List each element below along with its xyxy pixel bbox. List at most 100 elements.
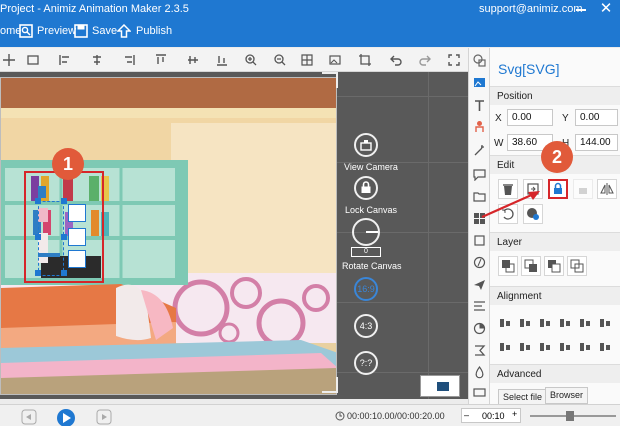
chart-icon[interactable] bbox=[473, 322, 486, 335]
text-icon[interactable] bbox=[473, 99, 486, 112]
send-back-button[interactable] bbox=[567, 256, 587, 276]
plane-icon[interactable] bbox=[473, 278, 486, 291]
audio-icon[interactable] bbox=[473, 234, 486, 247]
flip-button[interactable] bbox=[597, 179, 617, 199]
alignment-section-header: Alignment bbox=[490, 286, 620, 305]
minimap-thumbnail[interactable] bbox=[420, 375, 460, 397]
redo-icon[interactable] bbox=[418, 53, 432, 67]
align-option-icon[interactable] bbox=[518, 316, 532, 330]
next-frame-icon[interactable] bbox=[96, 409, 112, 425]
minimize-icon[interactable] bbox=[574, 0, 588, 19]
element-rotate-icon[interactable] bbox=[68, 228, 86, 246]
rotate-value[interactable]: 0 bbox=[351, 247, 381, 257]
element-trash-icon[interactable] bbox=[68, 250, 86, 268]
panel-title: Svg[SVG] bbox=[498, 61, 560, 77]
shape-icon[interactable] bbox=[473, 54, 486, 67]
ratio-4-3-button[interactable]: 4:3 bbox=[354, 314, 378, 338]
align-option-icon[interactable] bbox=[598, 316, 612, 330]
h-field[interactable]: 144.00 bbox=[575, 134, 618, 151]
align-option-icon[interactable] bbox=[518, 340, 532, 354]
crop-icon[interactable] bbox=[358, 53, 372, 67]
align-middle-icon[interactable] bbox=[186, 53, 200, 67]
ratio-16-9-button[interactable]: 16:9 bbox=[354, 277, 378, 301]
more-icon[interactable] bbox=[473, 386, 486, 399]
grid-icon[interactable] bbox=[300, 53, 314, 67]
window-title: Project - Animiz Animation Maker 2.3.5 bbox=[0, 3, 189, 15]
align-option-icon[interactable] bbox=[578, 340, 592, 354]
close-icon[interactable]: ✕ bbox=[596, 0, 616, 19]
element-edit-icon[interactable] bbox=[68, 204, 86, 222]
save-icon bbox=[74, 24, 88, 38]
x-field[interactable]: 0.00 bbox=[507, 109, 553, 126]
unlock-button[interactable] bbox=[573, 179, 593, 199]
align-right-icon[interactable] bbox=[122, 53, 136, 67]
canvas-toolbar bbox=[0, 48, 468, 72]
alignment-icon[interactable] bbox=[473, 300, 486, 313]
function-icon[interactable] bbox=[473, 256, 486, 269]
image-icon[interactable] bbox=[473, 76, 486, 89]
preview-button[interactable]: Preview bbox=[37, 25, 76, 37]
y-label: Y bbox=[562, 113, 569, 124]
save-button[interactable]: Save bbox=[92, 25, 117, 37]
bring-forward-button[interactable] bbox=[521, 256, 541, 276]
align-center-icon[interactable] bbox=[90, 53, 104, 67]
align-option-icon[interactable] bbox=[578, 316, 592, 330]
publish-button[interactable]: Publish bbox=[136, 25, 172, 37]
main-toolbar: ome Preview Save Publish bbox=[0, 19, 620, 47]
undo-icon[interactable] bbox=[389, 53, 403, 67]
bring-front-button[interactable] bbox=[498, 256, 518, 276]
browser-button[interactable]: Browser bbox=[545, 387, 589, 404]
properties-panel: Svg[SVG] Position X 0.00 Y 0.00 W 38.60 … bbox=[490, 48, 620, 406]
formula-icon[interactable] bbox=[473, 344, 486, 357]
drop-icon[interactable] bbox=[473, 366, 486, 379]
send-back-icon bbox=[570, 259, 584, 273]
annotation-badge-2: 2 bbox=[541, 141, 573, 173]
fullscreen-icon[interactable] bbox=[447, 53, 461, 67]
image-icon[interactable] bbox=[328, 53, 342, 67]
character-icon[interactable] bbox=[473, 120, 486, 133]
zoom-in-icon[interactable] bbox=[244, 53, 258, 67]
align-bottom-icon[interactable] bbox=[215, 53, 229, 67]
speech-icon[interactable] bbox=[473, 168, 486, 181]
layer-section-header: Layer bbox=[490, 232, 620, 251]
align-option-icon[interactable] bbox=[598, 340, 612, 354]
view-camera-button[interactable] bbox=[354, 133, 378, 157]
timeline-slider[interactable] bbox=[530, 411, 616, 421]
bring-forward-icon bbox=[524, 259, 537, 272]
playback-bar: 00:00:10.00/00:00:20.00 – 00:10 + bbox=[0, 404, 620, 426]
move-icon[interactable] bbox=[2, 53, 16, 67]
duration-value: 00:10 bbox=[482, 411, 505, 421]
timeline-duration-field[interactable]: – 00:10 + bbox=[461, 408, 521, 423]
lock-icon bbox=[554, 182, 562, 194]
fit-icon[interactable] bbox=[26, 53, 40, 67]
y-field[interactable]: 0.00 bbox=[575, 109, 618, 126]
prev-frame-icon[interactable] bbox=[21, 409, 37, 425]
zoom-out-icon[interactable] bbox=[273, 53, 287, 67]
lock-icon bbox=[361, 181, 371, 193]
rotate-canvas-label: Rotate Canvas bbox=[342, 261, 402, 271]
selection-box[interactable] bbox=[24, 171, 104, 283]
annotation-badge-1: 1 bbox=[52, 148, 84, 180]
play-icon[interactable] bbox=[56, 408, 76, 426]
magic-icon[interactable] bbox=[473, 144, 486, 157]
flip-icon bbox=[600, 183, 614, 195]
align-option-icon[interactable] bbox=[558, 316, 572, 330]
rotate-canvas-dial[interactable] bbox=[352, 218, 380, 246]
align-left-icon[interactable] bbox=[58, 53, 72, 67]
align-top-icon[interactable] bbox=[154, 53, 168, 67]
align-option-icon[interactable] bbox=[538, 316, 552, 330]
align-option-icon[interactable] bbox=[498, 316, 512, 330]
lock-button[interactable] bbox=[548, 179, 568, 199]
title-bar: Project - Animiz Animation Maker 2.3.5 s… bbox=[0, 0, 620, 19]
lock-canvas-button[interactable] bbox=[354, 176, 378, 200]
scene-canvas[interactable]: 1 bbox=[0, 77, 337, 395]
preview-icon bbox=[19, 24, 33, 38]
stage-area[interactable]: 1 View Camera Lock Canvas 0 Rotate Canva… bbox=[0, 72, 468, 399]
align-option-icon[interactable] bbox=[558, 340, 572, 354]
ratio-custom-button[interactable]: ?:? bbox=[354, 351, 378, 375]
w-label: W bbox=[494, 138, 504, 149]
support-email[interactable]: support@animiz.com bbox=[479, 3, 582, 15]
send-backward-button[interactable] bbox=[544, 256, 564, 276]
align-option-icon[interactable] bbox=[538, 340, 552, 354]
align-option-icon[interactable] bbox=[498, 340, 512, 354]
